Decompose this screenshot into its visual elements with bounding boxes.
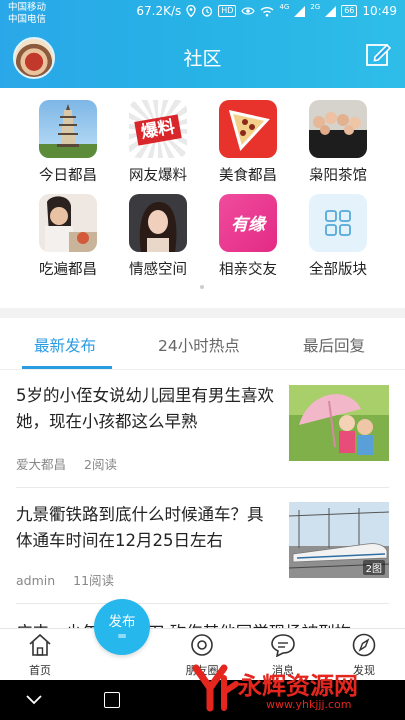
post-title: 5岁的小侄女说幼儿园里有男生喜欢她，现在小孩都这么早熟 [16, 386, 274, 431]
group-photo-icon [309, 100, 367, 158]
tab-last-reply[interactable]: 最后回复 [303, 334, 365, 356]
alarm-icon [202, 6, 213, 17]
post-item[interactable]: 九景衢铁路到底什么时候通车？具体通车时间在12月25日左右 admin 11阅读… [16, 502, 389, 592]
category-label: 枭阳茶馆 [309, 168, 367, 184]
post-author: admin [16, 573, 56, 588]
post-title: 九景衢铁路到底什么时候通车？具体通车时间在12月25日左右 [16, 505, 264, 550]
category-item[interactable]: 情感空间 [113, 194, 203, 286]
active-tab-indicator [22, 366, 112, 369]
pizza-icon [219, 100, 277, 158]
recent-apps-icon[interactable] [104, 692, 120, 708]
location-icon [186, 5, 196, 17]
tab-latest[interactable]: 最新发布 [34, 334, 96, 356]
post-author: 爱大都昌 [16, 457, 67, 472]
category-label: 情感空间 [129, 262, 187, 278]
category-label: 网友爆料 [129, 168, 187, 184]
nav-home[interactable]: 首页 [10, 633, 70, 678]
publish-icon: ═ [118, 629, 126, 643]
category-label: 全部版块 [309, 262, 367, 278]
message-icon [271, 634, 295, 658]
category-item[interactable]: 全部版块 [293, 194, 383, 286]
category-label: 今日都昌 [39, 168, 97, 184]
signal-2-icon [325, 5, 337, 17]
baoliao-text: 爆料 [134, 114, 182, 146]
tab-hot-24h[interactable]: 24小时热点 [158, 334, 240, 356]
clock: 10:49 [362, 4, 397, 18]
post-item[interactable]: 5岁的小侄女说幼儿园里有男生喜欢她，现在小孩都这么早熟 爱大都昌 2阅读 [16, 383, 389, 473]
post-meta: 爱大都昌 2阅读 [16, 454, 117, 473]
watermark-text: 永辉资源网 [238, 672, 358, 700]
grid-icon [309, 194, 367, 252]
post-reads: 11阅读 [73, 573, 115, 588]
watermark: 永辉资源网 www.yhkjjj.com [188, 660, 400, 718]
net-speed: 67.2K/s [136, 4, 182, 18]
section-divider [0, 308, 405, 318]
header: 社区 [0, 28, 405, 88]
category-item[interactable]: 美食都昌 [203, 100, 293, 192]
publish-button[interactable]: 发布 ═ [94, 599, 150, 655]
pagoda-icon [39, 100, 97, 158]
compass-icon [352, 633, 376, 657]
post-divider [16, 487, 389, 488]
page-indicator [200, 285, 204, 289]
status-right: 67.2K/s HD 4G 2G 66 10:49 [136, 3, 397, 18]
back-chevron-icon[interactable] [24, 692, 44, 708]
portrait-icon [129, 194, 187, 252]
category-item[interactable]: 今日都昌 [23, 100, 113, 192]
battery-icon: 66 [341, 5, 358, 17]
hd-badge: HD [218, 5, 237, 17]
image-count-badge: 2图 [362, 560, 385, 575]
camera-icon [191, 634, 213, 656]
publish-label: 发布 [108, 614, 136, 630]
eye-icon [241, 7, 256, 15]
category-label: 相亲交友 [219, 262, 277, 278]
post-divider [16, 603, 389, 604]
youyuan-text: 有缘 [231, 215, 265, 235]
nav-label: 首页 [29, 664, 51, 677]
post-reads: 2阅读 [84, 457, 117, 472]
status-bar: 中国移动 中国电信 67.2K/s HD 4G 2G 66 10:49 [0, 0, 405, 28]
train-image: 2图 [289, 502, 389, 578]
post-meta: admin 11阅读 [16, 570, 114, 589]
category-item[interactable]: 枭阳茶馆 [293, 100, 383, 192]
kids-umbrella-image [289, 385, 389, 461]
compose-icon[interactable] [365, 42, 391, 68]
category-item[interactable]: 吃遍都昌 [23, 194, 113, 286]
net-type-2: 2G [310, 3, 321, 11]
category-label: 美食都昌 [219, 168, 277, 184]
feed-tabs: 最新发布 24小时热点 最后回复 [0, 318, 405, 370]
signal-1-icon [294, 5, 306, 17]
net-type-1: 4G [279, 3, 290, 11]
category-label: 吃遍都昌 [39, 262, 97, 278]
category-item[interactable]: 有缘 相亲交友 [203, 194, 293, 286]
carrier-info: 中国移动 中国电信 [8, 2, 46, 26]
wifi-icon [260, 6, 274, 17]
baoliao-icon: 爆料 [129, 100, 187, 158]
home-icon [29, 633, 51, 656]
category-item[interactable]: 爆料 网友爆料 [113, 100, 203, 192]
category-grid: 今日都昌 爆料 网友爆料 美食都昌 枭阳茶馆 吃遍都昌 情感空间 有缘 相亲交友… [0, 88, 405, 308]
carrier-2: 中国电信 [8, 14, 47, 25]
carrier-1: 中国移动 [8, 2, 47, 13]
watermark-logo-icon [192, 664, 239, 712]
page-title: 社区 [183, 48, 222, 70]
watermark-url: www.yhkjjj.com [266, 698, 352, 711]
dining-icon [39, 194, 97, 252]
youyuan-icon: 有缘 [219, 194, 277, 252]
